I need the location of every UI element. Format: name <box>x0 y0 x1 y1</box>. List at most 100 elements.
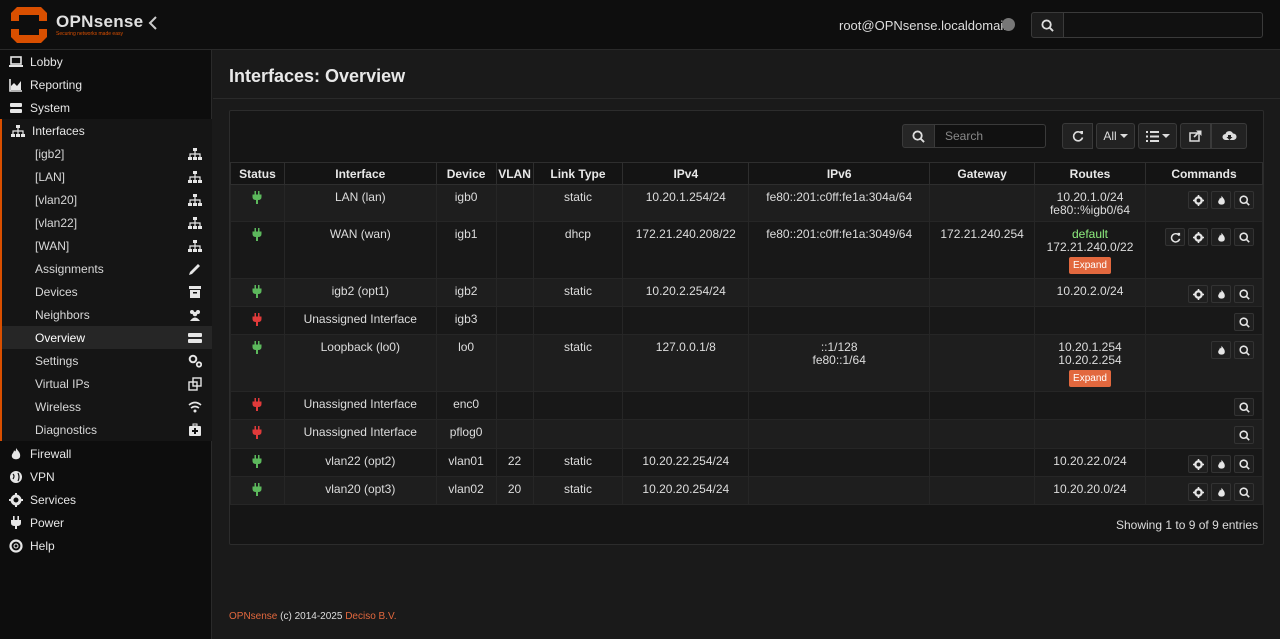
search-command-button[interactable] <box>1234 285 1254 303</box>
plug-icon <box>252 313 262 326</box>
column-header-status[interactable]: Status <box>230 162 285 185</box>
sidebar-subitem-label: [vlan20] <box>35 192 78 207</box>
device-cell: igb2 <box>435 278 497 307</box>
table-row: Unassigned Interface enc0 <box>230 391 1264 420</box>
sidebar-subitem-vlan20[interactable]: [vlan20] <box>0 188 212 211</box>
sidebar-subitem-label: [WAN] <box>35 238 70 253</box>
global-search-button[interactable] <box>1031 12 1064 38</box>
fire-command-button[interactable] <box>1211 191 1231 209</box>
grid-search-input[interactable] <box>934 124 1046 148</box>
opnsense-logo[interactable] <box>10 6 48 44</box>
fire-command-button[interactable] <box>1211 341 1231 359</box>
table-row: Unassigned Interface igb3 <box>230 306 1264 335</box>
cog-command-button[interactable] <box>1188 228 1208 246</box>
sidebar-item-reporting[interactable]: Reporting <box>0 73 212 96</box>
search-command-button[interactable] <box>1234 398 1254 416</box>
sidebar-subitem-neighbors[interactable]: Neighbors <box>0 303 212 326</box>
fire-command-button[interactable] <box>1211 285 1231 303</box>
user-menu[interactable]: root@OPNsense.localdomain <box>839 18 1010 33</box>
sidebar-subitem-label: Neighbors <box>35 307 90 322</box>
column-header-ipv4[interactable]: IPv4 <box>622 162 750 185</box>
fire-command-button[interactable] <box>1211 228 1231 246</box>
column-header-link-type[interactable]: Link Type <box>532 162 624 185</box>
footer-brand-link[interactable]: OPNsense <box>229 611 277 622</box>
sidebar-item-label: Help <box>30 538 55 553</box>
column-select-dropdown[interactable] <box>1138 123 1177 149</box>
brand-tagline: Securing networks made easy <box>56 31 123 37</box>
sidebar-subitem-wireless[interactable]: Wireless <box>0 395 212 418</box>
column-header-vlan[interactable]: VLAN <box>495 162 534 185</box>
ipv6-cell <box>748 419 931 449</box>
search-command-button[interactable] <box>1234 426 1254 444</box>
search-command-button[interactable] <box>1234 228 1254 246</box>
export-button[interactable] <box>1180 123 1211 149</box>
download-button[interactable] <box>1211 123 1247 149</box>
search-command-button[interactable] <box>1234 341 1254 359</box>
page-size-value: All <box>1103 129 1117 143</box>
vlan-cell: 20 <box>495 476 534 505</box>
sidebar-subitem-wan[interactable]: [WAN] <box>0 234 212 257</box>
sidebar-collapse-button[interactable] <box>148 15 158 36</box>
column-header-commands[interactable]: Commands <box>1144 162 1264 185</box>
table-row: igb2 (opt1) igb2 static 10.20.2.254/24 1… <box>230 278 1264 307</box>
cogs-icon <box>188 354 202 368</box>
sidebar-subitem-overview[interactable]: Overview <box>0 326 212 349</box>
cog-command-button[interactable] <box>1188 455 1208 473</box>
refresh-button[interactable] <box>1062 123 1093 149</box>
column-header-device[interactable]: Device <box>435 162 497 185</box>
search-icon <box>1238 429 1250 441</box>
gateway-cell <box>929 306 1036 335</box>
sidebar-item-interfaces[interactable]: Interfaces <box>0 119 212 142</box>
sidebar-item-services[interactable]: Services <box>0 488 212 511</box>
global-search-input[interactable] <box>1063 12 1263 38</box>
search-command-button[interactable] <box>1234 483 1254 501</box>
fire-command-button[interactable] <box>1211 483 1231 501</box>
column-header-interface[interactable]: Interface <box>283 162 437 185</box>
sidebar-item-firewall[interactable]: Firewall <box>0 442 212 465</box>
expand-routes-button[interactable]: Expand <box>1069 370 1111 387</box>
page-size-dropdown[interactable]: All <box>1096 123 1135 149</box>
search-command-button[interactable] <box>1234 191 1254 209</box>
search-command-button[interactable] <box>1234 313 1254 331</box>
sidebar-subitem-devices[interactable]: Devices <box>0 280 212 303</box>
commands-cell <box>1144 184 1264 222</box>
ipv4-cell: 10.20.22.254/24 <box>622 448 750 477</box>
vlan-cell <box>495 419 534 449</box>
sidebar-subitem-vlan22[interactable]: [vlan22] <box>0 211 212 234</box>
refresh-command-button[interactable] <box>1165 228 1185 246</box>
sidebar-item-label: System <box>30 100 71 115</box>
cog-command-button[interactable] <box>1188 285 1208 303</box>
sidebar-subitem-diagnostics[interactable]: Diagnostics <box>0 418 212 441</box>
wifi-icon <box>188 401 202 412</box>
sidebar-item-power[interactable]: Power <box>0 511 212 534</box>
fire-icon <box>1217 289 1225 299</box>
sidebar-item-help[interactable]: Help <box>0 534 212 557</box>
sidebar-item-vpn[interactable]: VPN <box>0 465 212 488</box>
grid-search-button[interactable] <box>902 124 935 148</box>
interface-cell: Loopback (lo0) <box>283 334 437 392</box>
fire-command-button[interactable] <box>1211 455 1231 473</box>
status-cell <box>230 448 285 477</box>
sidebar-subitem-igb2[interactable]: [igb2] <box>0 142 212 165</box>
interface-cell: vlan22 (opt2) <box>283 448 437 477</box>
route-entry: 10.20.2.0/24 <box>1056 284 1124 298</box>
footer-company-link[interactable]: Deciso B.V. <box>345 611 396 622</box>
status-cell <box>230 391 285 420</box>
column-header-gateway[interactable]: Gateway <box>929 162 1036 185</box>
column-header-routes[interactable]: Routes <box>1034 162 1146 185</box>
sidebar-subitem-settings[interactable]: Settings <box>0 349 212 372</box>
sidebar-subitem-virtual-ips[interactable]: Virtual IPs <box>0 372 212 395</box>
sidebar-item-lobby[interactable]: Lobby <box>0 50 212 73</box>
status-indicator[interactable] <box>1002 18 1015 31</box>
cog-command-button[interactable] <box>1188 191 1208 209</box>
column-header-ipv6[interactable]: IPv6 <box>748 162 931 185</box>
sidebar-subitem-lan[interactable]: [LAN] <box>0 165 212 188</box>
cog-command-button[interactable] <box>1188 483 1208 501</box>
ipv4-cell: 10.20.20.254/24 <box>622 476 750 505</box>
commands-cell <box>1144 448 1264 477</box>
expand-routes-button[interactable]: Expand <box>1069 257 1111 274</box>
search-command-button[interactable] <box>1234 455 1254 473</box>
sidebar-subitem-assignments[interactable]: Assignments <box>0 257 212 280</box>
plug-icon <box>252 191 262 204</box>
sidebar-item-system[interactable]: System <box>0 96 212 119</box>
